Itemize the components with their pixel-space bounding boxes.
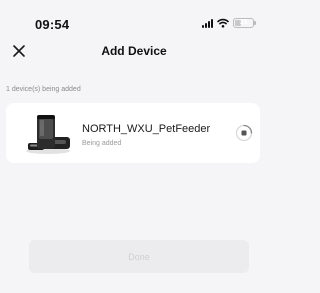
device-status: Being added <box>82 140 122 147</box>
device-card[interactable]: NORTH_WXU_PetFeeder Being added <box>6 103 260 163</box>
progress-ring-icon <box>235 124 253 142</box>
battery-icon: 33 <box>233 18 256 28</box>
pet-feeder-image <box>26 115 70 154</box>
battery-level: 33 <box>239 19 248 26</box>
section-label: 1 device(s) being added <box>6 86 81 93</box>
cellular-signal-icon <box>202 18 213 28</box>
device-name: NORTH_WXU_PetFeeder <box>82 123 211 135</box>
status-bar: 09:54 33 <box>0 0 268 36</box>
done-button[interactable]: Done <box>29 240 249 273</box>
wifi-icon <box>217 18 229 28</box>
status-icons: 33 <box>202 18 256 28</box>
page-title: Add Device <box>101 44 167 58</box>
nav-bar: Add Device <box>0 36 268 66</box>
status-time: 09:54 <box>35 17 70 32</box>
